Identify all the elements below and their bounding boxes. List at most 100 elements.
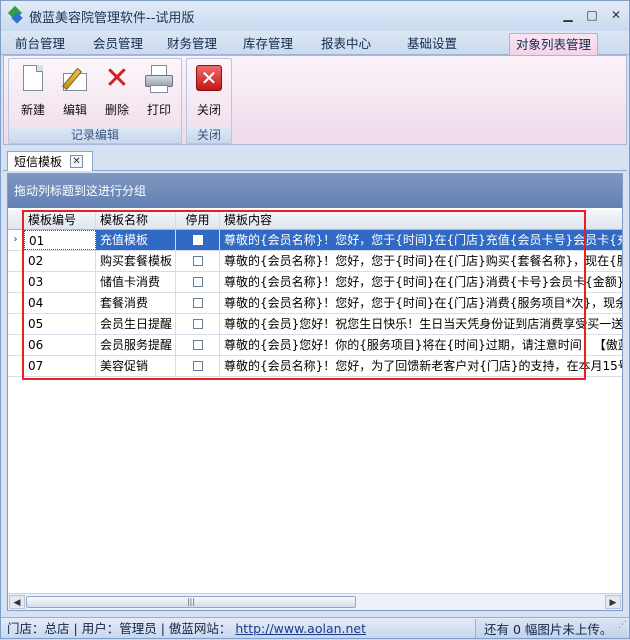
status-user: 用户：管理员 — [81, 621, 157, 636]
cell-content[interactable]: 尊敬的{会员}您好！祝您生日快乐！生日当天凭身份证到店消费享受买一送一 — [220, 314, 622, 334]
status-separator: | — [160, 621, 169, 636]
ribbon-group-close: ✕ 关闭 关闭 — [186, 58, 232, 144]
cell-disabled[interactable] — [176, 230, 220, 250]
grid-header-row: 模板编号 模板名称 停用 模板内容 — [8, 210, 622, 230]
title-bar: 傲蓝美容院管理软件--试用版 ▁ □ ✕ — [1, 1, 629, 31]
cell-disabled[interactable] — [176, 272, 220, 292]
disabled-checkbox[interactable] — [192, 297, 203, 308]
cell-disabled[interactable] — [176, 251, 220, 271]
status-upload: 还有 0 幅图片未上传。 — [475, 619, 627, 638]
column-header-content[interactable]: 模板内容 — [220, 210, 622, 229]
new-button[interactable]: 新建 — [13, 63, 53, 121]
scroll-left-icon[interactable]: ◀ — [9, 595, 25, 609]
cell-id[interactable]: 02 — [24, 251, 96, 271]
cell-name[interactable]: 充值模板 — [96, 230, 176, 250]
table-row[interactable]: › 01 充值模板 尊敬的{会员名称}！您好，您于{时间}在{门店}充值{会员卡… — [8, 230, 622, 251]
row-indicator — [8, 314, 24, 334]
disabled-checkbox[interactable] — [192, 339, 203, 350]
cell-content[interactable]: 尊敬的{会员}您好！你的{服务项目}将在{时间}过期，请注意时间！【傲蓝美 — [220, 335, 622, 355]
ribbon: 新建 编辑 ✕ 删除 打印 记录编辑 ✕ 关闭 关闭 — [3, 55, 627, 145]
scrollbar-thumb[interactable]: ||| — [26, 596, 356, 608]
website-link[interactable]: http://www.aolan.net — [235, 621, 366, 636]
cell-id[interactable]: 04 — [24, 293, 96, 313]
cell-id[interactable]: 05 — [24, 314, 96, 334]
cell-disabled[interactable] — [176, 314, 220, 334]
row-indicator — [8, 293, 24, 313]
row-indicator — [8, 356, 24, 376]
cell-id[interactable]: 07 — [24, 356, 96, 376]
cell-id[interactable]: 03 — [24, 272, 96, 292]
column-header-name[interactable]: 模板名称 — [96, 210, 176, 229]
table-row[interactable]: 07 美容促销 尊敬的{会员名称}！您好，为了回馈新老客户对{门店}的支持，在本… — [8, 356, 622, 377]
disabled-checkbox[interactable] — [192, 318, 203, 329]
menu-tab-inventory[interactable]: 库存管理 — [237, 33, 299, 55]
close-button[interactable]: ✕ 关闭 — [189, 63, 229, 121]
menu-tab-members[interactable]: 会员管理 — [87, 33, 149, 55]
menu-tab-reports[interactable]: 报表中心 — [315, 33, 377, 55]
table-row[interactable]: 02 购买套餐模板 尊敬的{会员名称}！您好，您于{时间}在{门店}购买{套餐名… — [8, 251, 622, 272]
disabled-checkbox[interactable] — [192, 234, 203, 245]
maximize-icon[interactable]: □ — [585, 8, 599, 22]
row-indicator — [8, 251, 24, 271]
disabled-checkbox[interactable] — [192, 276, 203, 287]
cell-id[interactable]: 01 — [24, 230, 96, 250]
edit-button[interactable]: 编辑 — [55, 63, 95, 121]
edit-pencil-icon — [59, 63, 91, 95]
cell-name[interactable]: 套餐消费 — [96, 293, 176, 313]
table-row[interactable]: 03 储值卡消费 尊敬的{会员名称}！您好，您于{时间}在{门店}消费{卡号}会… — [8, 272, 622, 293]
cell-content[interactable]: 尊敬的{会员名称}！您好，您于{时间}在{门店}充值{会员卡号}会员卡{充值 — [220, 230, 622, 250]
group-label-record-edit: 记录编辑 — [9, 127, 181, 143]
horizontal-scrollbar[interactable]: ◀ ||| ▶ — [8, 593, 622, 610]
delete-x-icon: ✕ — [104, 61, 130, 96]
disabled-checkbox[interactable] — [192, 360, 203, 371]
cell-content[interactable]: 尊敬的{会员名称}！您好，您于{时间}在{门店}购买{套餐名称}，现在{服务 — [220, 251, 622, 271]
menu-tab-front-desk[interactable]: 前台管理 — [9, 33, 71, 55]
cell-disabled[interactable] — [176, 335, 220, 355]
column-header-id[interactable]: 模板编号 — [24, 210, 96, 229]
status-bar: 门店：总店 | 用户：管理员 | 傲蓝网站： http://www.aolan.… — [1, 617, 629, 638]
cell-disabled[interactable] — [176, 293, 220, 313]
column-header-disabled[interactable]: 停用 — [176, 210, 220, 229]
app-logo-icon — [7, 5, 23, 24]
scroll-right-icon[interactable]: ▶ — [605, 595, 621, 609]
cell-name[interactable]: 会员服务提醒 — [96, 335, 176, 355]
cell-name[interactable]: 美容促销 — [96, 356, 176, 376]
grid-panel: 拖动列标题到这进行分组 模板编号 模板名称 停用 模板内容 › 01 充值模板 … — [7, 173, 623, 611]
table-row[interactable]: 06 会员服务提醒 尊敬的{会员}您好！你的{服务项目}将在{时间}过期，请注意… — [8, 335, 622, 356]
cell-content[interactable]: 尊敬的{会员名称}！您好，您于{时间}在{门店}消费{服务项目*次}，现余*次 — [220, 293, 622, 313]
tab-close-icon[interactable]: ✕ — [70, 155, 84, 168]
menu-bar: 前台管理 会员管理 财务管理 库存管理 报表中心 基础设置 对象列表管理 — [1, 31, 629, 55]
delete-button[interactable]: ✕ 删除 — [97, 63, 137, 121]
row-indicator-header — [8, 210, 24, 229]
cell-content[interactable]: 尊敬的{会员名称}！您好，为了回馈新老客户对{门店}的支持，在本月15号 — [220, 356, 622, 376]
table-row[interactable]: 04 套餐消费 尊敬的{会员名称}！您好，您于{时间}在{门店}消费{服务项目*… — [8, 293, 622, 314]
window-title: 傲蓝美容院管理软件--试用版 — [29, 10, 195, 26]
status-site-label: 傲蓝网站： — [168, 621, 232, 636]
cell-name[interactable]: 储值卡消费 — [96, 272, 176, 292]
cell-disabled[interactable] — [176, 356, 220, 376]
table-row[interactable]: 05 会员生日提醒 尊敬的{会员}您好！祝您生日快乐！生日当天凭身份证到店消费享… — [8, 314, 622, 335]
menu-tab-object-list[interactable]: 对象列表管理 — [509, 33, 599, 55]
document-tab-strip: 短信模板 ✕ — [3, 149, 627, 171]
cell-id[interactable]: 06 — [24, 335, 96, 355]
status-left: 门店：总店 | 用户：管理员 | 傲蓝网站： http://www.aolan.… — [7, 618, 366, 639]
menu-tab-basic-settings[interactable]: 基础设置 — [401, 33, 463, 55]
ribbon-group-record-edit: 新建 编辑 ✕ 删除 打印 记录编辑 — [8, 58, 182, 144]
tab-label: 短信模板 — [14, 155, 63, 169]
row-indicator — [8, 272, 24, 292]
print-button[interactable]: 打印 — [139, 63, 179, 121]
cell-name[interactable]: 会员生日提醒 — [96, 314, 176, 334]
disabled-checkbox[interactable] — [192, 255, 203, 266]
menu-tab-finance[interactable]: 财务管理 — [161, 33, 223, 55]
tab-sms-template[interactable]: 短信模板 ✕ — [7, 151, 93, 171]
row-selected-indicator-icon: › — [8, 230, 24, 250]
close-window-icon[interactable]: ✕ — [609, 8, 623, 22]
group-by-panel[interactable]: 拖动列标题到这进行分组 — [8, 174, 622, 208]
cell-name[interactable]: 购买套餐模板 — [96, 251, 176, 271]
cell-content[interactable]: 尊敬的{会员名称}！您好，您于{时间}在{门店}消费{卡号}会员卡{金额}，剩 — [220, 272, 622, 292]
resize-grip-icon[interactable]: ⋰ — [618, 615, 627, 636]
row-indicator — [8, 335, 24, 355]
new-document-icon — [17, 63, 49, 95]
close-red-icon: ✕ — [193, 63, 225, 95]
minimize-icon[interactable]: ▁ — [561, 8, 575, 22]
